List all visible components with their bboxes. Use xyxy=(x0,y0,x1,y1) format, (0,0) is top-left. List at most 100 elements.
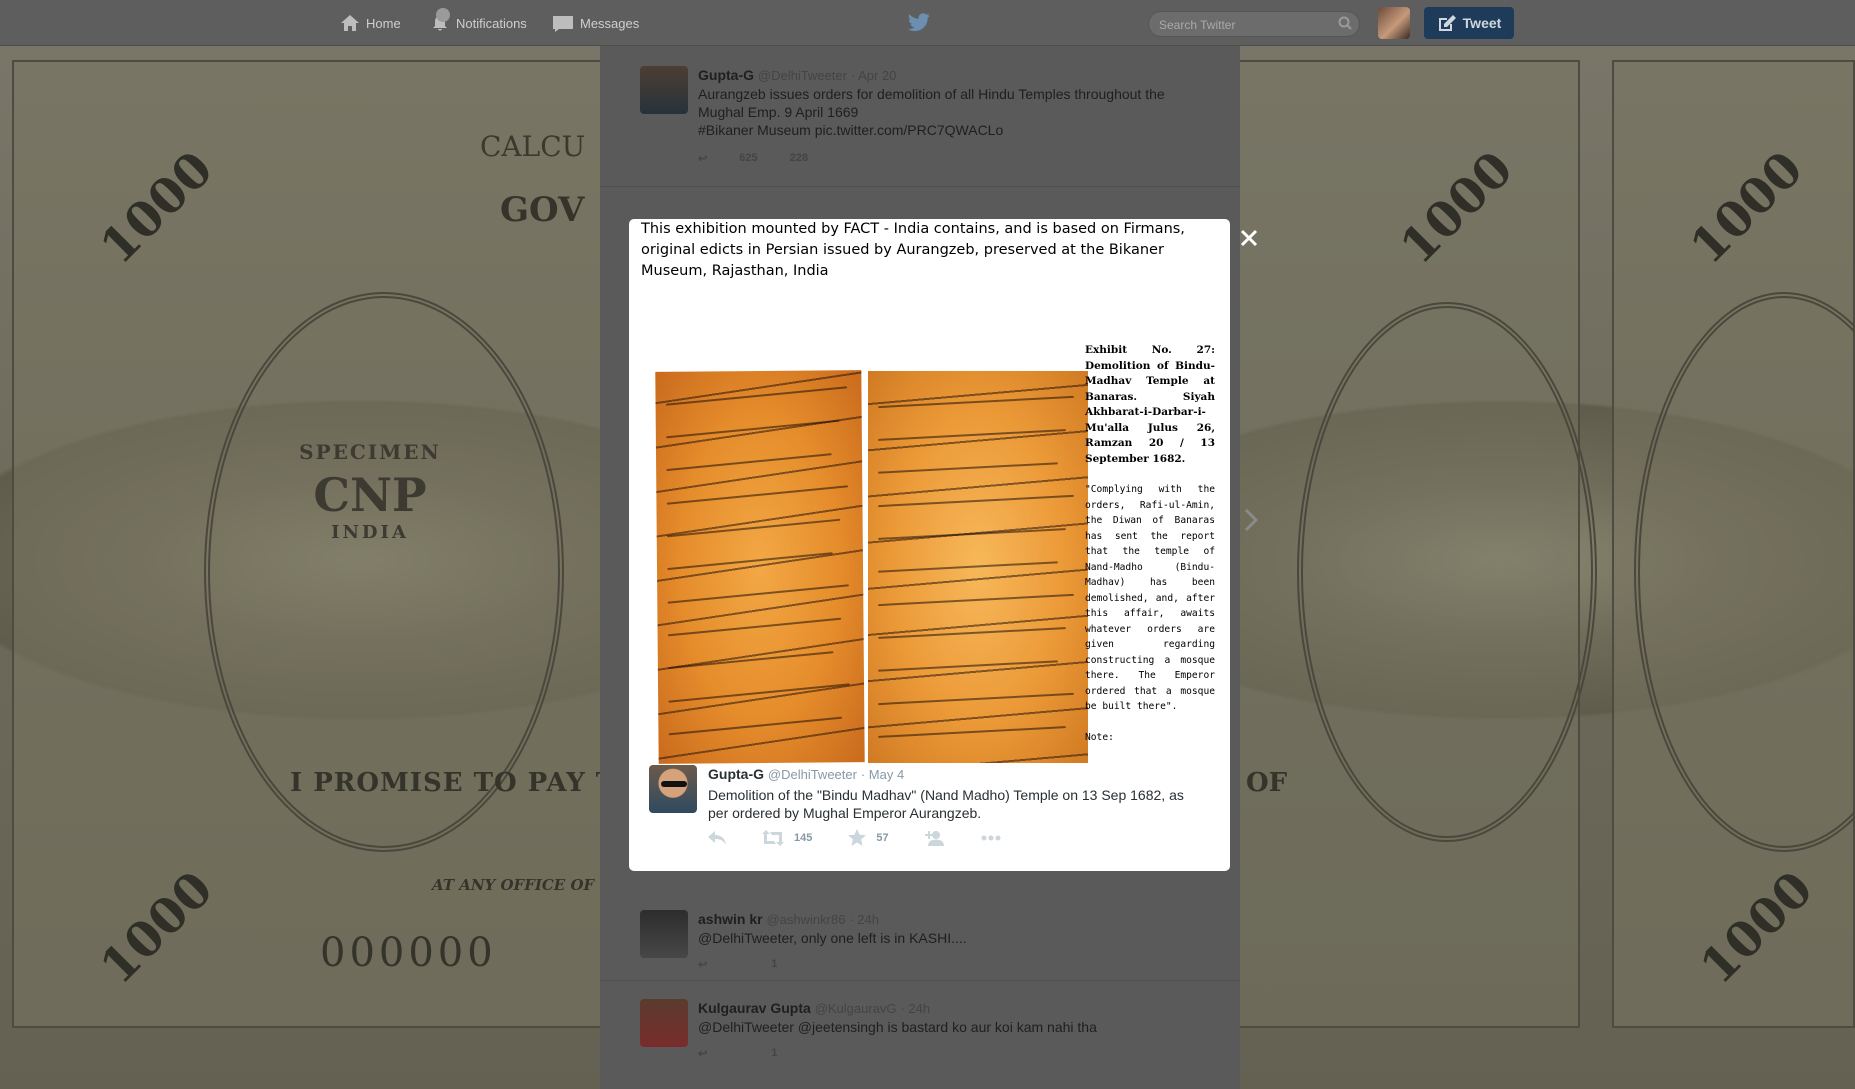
manuscript-script-line xyxy=(878,395,1074,409)
tweet-button-label: Tweet xyxy=(1462,15,1502,31)
next-media-chevron-right-icon[interactable] xyxy=(1244,508,1258,532)
exhibit-note: Note: xyxy=(1085,731,1114,743)
notifications-count-badge xyxy=(436,8,450,22)
tweet-timestamp[interactable]: · Apr 20 xyxy=(851,68,897,83)
compose-icon xyxy=(1438,15,1456,31)
home-icon xyxy=(341,15,359,31)
manuscript-script-line xyxy=(878,429,1066,441)
banknote-middle-right xyxy=(1235,60,1597,1028)
tweet-timestamp[interactable]: · May 4 xyxy=(861,767,904,782)
tweet-actions: ↩ 625 228 xyxy=(698,152,808,165)
favorite-count: 57 xyxy=(876,831,889,844)
nav-home-label: Home xyxy=(366,15,401,31)
star-icon xyxy=(848,829,867,846)
manuscript-script-line xyxy=(878,462,1058,474)
manuscript-script-line xyxy=(666,518,841,538)
reply-button[interactable] xyxy=(708,830,726,845)
manuscript-script-line xyxy=(667,584,849,604)
manuscript-script-line xyxy=(878,692,1074,706)
banknote-oval-right xyxy=(1297,302,1597,842)
close-modal-button[interactable] xyxy=(1236,225,1262,251)
tweet-text: @DelhiTweeter, only one left is in KASHI… xyxy=(698,930,967,946)
tweet-actions: ↩ 1 xyxy=(698,1047,777,1060)
modal-tweet-actions: 145 57 xyxy=(708,829,1037,846)
manuscript-script-line xyxy=(878,660,1058,672)
tweet-actions: ↩ 1 xyxy=(698,958,777,971)
manuscript-script-line xyxy=(878,494,1074,508)
nav-notifications-label: Notifications xyxy=(456,15,527,31)
tweet-author-handle[interactable]: @ashwinkr86 xyxy=(766,912,845,927)
tweet-author-handle[interactable]: @DelhiTweeter xyxy=(758,68,847,83)
tweet-author-handle[interactable]: @DelhiTweeter xyxy=(768,767,857,782)
tweet-author-avatar[interactable] xyxy=(640,999,688,1047)
banknote-of-text: OF xyxy=(1246,768,1288,798)
tweet-author-handle[interactable]: @KulgauravG xyxy=(815,1001,897,1016)
favorite-button[interactable]: 57 xyxy=(848,829,889,846)
retweet-count[interactable]: 625 xyxy=(739,152,757,165)
exhibit-quote: "Complying with the orders, Rafi-ul-Amin… xyxy=(1085,484,1215,712)
follow-user-icon xyxy=(924,830,944,846)
specimen-india: INDIA xyxy=(331,522,409,543)
retweet-count: 145 xyxy=(794,831,813,844)
banknote-calcutta-text: CALCU xyxy=(480,130,586,163)
manuscript-script-line xyxy=(666,453,832,472)
more-dots-icon xyxy=(981,835,1001,840)
manuscript-script-line xyxy=(878,528,1066,540)
media-caption: This exhibition mounted by FACT - India … xyxy=(641,221,1185,279)
tweet-text: Demolition of the "Bindu Madhav" (Nand M… xyxy=(708,787,1184,821)
banknote-office-text: AT ANY OFFICE OF xyxy=(432,876,595,894)
reply-icon[interactable]: ↩ xyxy=(698,958,707,971)
favorite-count[interactable]: 228 xyxy=(790,152,808,165)
tweet-content: Gupta-G @DelhiTweeter · Apr 20 Aurangzeb… xyxy=(698,66,1198,139)
tweet-author-name[interactable]: Gupta-G xyxy=(698,67,754,83)
manuscript-script-line xyxy=(666,419,840,439)
current-user-avatar[interactable] xyxy=(1378,7,1410,39)
manuscript-script-line xyxy=(667,552,833,571)
exhibit-heading: Exhibit No. 27: Demolition of Bindu-Madh… xyxy=(1085,344,1215,465)
follow-button[interactable] xyxy=(924,830,945,846)
favorite-count[interactable]: 1 xyxy=(771,1047,777,1060)
compose-tweet-button[interactable]: Tweet xyxy=(1424,7,1514,39)
tweet-author-name[interactable]: Gupta-G xyxy=(708,766,764,782)
reply-icon[interactable]: ↩ xyxy=(698,1047,707,1060)
specimen-seal: SPECIMEN CNP INDIA xyxy=(240,440,500,590)
tweet-content: Kulgaurav Gupta @KulgauravG · 24h @Delhi… xyxy=(698,999,1198,1036)
banknote-gov-text: GOV xyxy=(500,190,585,230)
modal-tweet-content: Gupta-G @DelhiTweeter · May 4 Demolition… xyxy=(708,765,1198,822)
specimen-cnp: CNP xyxy=(313,468,427,522)
tweet-timestamp[interactable]: · 24h xyxy=(849,912,879,927)
tweet-text-line: Aurangzeb issues orders for demolition o… xyxy=(698,86,1165,102)
tweet-divider xyxy=(600,980,1240,981)
tweet-author-name[interactable]: ashwin kr xyxy=(698,911,763,927)
exhibit-description: Exhibit No. 27: Demolition of Bindu-Madh… xyxy=(1085,343,1215,745)
favorite-count[interactable]: 1 xyxy=(771,958,777,971)
tweet-author-avatar[interactable] xyxy=(640,910,688,958)
search-icon[interactable] xyxy=(1338,16,1352,30)
nav-notifications[interactable]: Notifications xyxy=(430,0,527,46)
retweet-button[interactable]: 145 xyxy=(762,829,813,846)
twitter-bird-logo-icon[interactable] xyxy=(907,13,931,33)
reply-icon[interactable]: ↩ xyxy=(698,152,707,165)
reply-icon xyxy=(708,830,726,845)
messages-icon xyxy=(553,16,573,32)
manuscript-script-line xyxy=(666,485,849,505)
retweet-icon xyxy=(762,829,784,846)
banknote-serial: 000000 xyxy=(320,930,497,976)
manuscript-script-line xyxy=(668,716,843,736)
tweet-content: ashwin kr @ashwinkr86 · 24h @DelhiTweete… xyxy=(698,910,1198,947)
search-input[interactable]: Search Twitter xyxy=(1148,11,1360,37)
tweet-author-avatar[interactable] xyxy=(640,66,688,114)
nav-home[interactable]: Home xyxy=(340,0,401,46)
nav-messages[interactable]: Messages xyxy=(552,0,639,46)
tweet-author-avatar[interactable] xyxy=(649,765,697,813)
tweet-link[interactable]: #Bikaner Museum pic.twitter.com/PRC7QWAC… xyxy=(698,121,1198,139)
tweet-author-name[interactable]: Kulgaurav Gupta xyxy=(698,1000,811,1016)
manuscript-script-line xyxy=(878,561,1058,573)
more-options-button[interactable] xyxy=(981,835,1001,841)
tweet-timestamp[interactable]: · 24h xyxy=(900,1001,930,1016)
tweet-text-line: Mughal Emp. 9 April 1669 xyxy=(698,104,859,120)
manuscript-script-line xyxy=(878,627,1066,639)
close-icon xyxy=(1240,229,1258,247)
manuscript-script-line xyxy=(878,593,1074,607)
media-modal: This exhibition mounted by FACT - India … xyxy=(629,219,1230,871)
